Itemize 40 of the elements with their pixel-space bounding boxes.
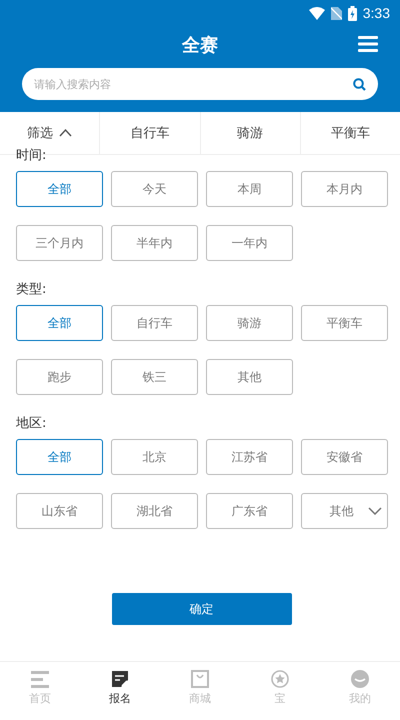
menu-icon[interactable] bbox=[358, 36, 378, 52]
filter-dropdown[interactable]: 其他 bbox=[301, 493, 388, 529]
status-time: 3:33 bbox=[362, 5, 390, 21]
filter-option[interactable]: 今天 bbox=[111, 171, 198, 207]
filter-option[interactable]: 铁三 bbox=[111, 359, 198, 395]
no-sim-icon bbox=[330, 6, 342, 20]
filter-option[interactable]: 一年内 bbox=[206, 225, 293, 261]
filter-option[interactable]: 其他 bbox=[206, 359, 293, 395]
chevron-icon bbox=[59, 129, 72, 137]
filter-option[interactable]: 山东省 bbox=[16, 493, 103, 529]
list-icon bbox=[31, 670, 49, 688]
filter-option[interactable]: 全部 bbox=[16, 171, 103, 207]
wifi-icon bbox=[308, 6, 325, 20]
battery-icon bbox=[348, 6, 357, 20]
bag-icon bbox=[191, 670, 209, 688]
section-label: 类型: bbox=[16, 283, 46, 299]
filter-option[interactable]: 全部 bbox=[16, 305, 103, 341]
filter-option[interactable]: 三个月内 bbox=[16, 225, 103, 261]
filter-option[interactable]: 半年内 bbox=[111, 225, 198, 261]
confirm-button[interactable]: 确定 bbox=[112, 593, 292, 625]
filter-option[interactable]: 江苏省 bbox=[206, 439, 293, 475]
filter-option[interactable]: 自行车 bbox=[111, 305, 198, 341]
filter-option[interactable]: 全部 bbox=[16, 439, 103, 475]
user-icon bbox=[351, 670, 369, 688]
filter-option[interactable]: 平衡车 bbox=[301, 305, 388, 341]
filter-option[interactable]: 本周 bbox=[206, 171, 293, 207]
chevron-icon bbox=[368, 507, 382, 515]
filter-option[interactable]: 骑游 bbox=[206, 305, 293, 341]
search-field[interactable]: 请输入搜索内容 bbox=[22, 68, 378, 100]
filter-option[interactable]: 北京 bbox=[111, 439, 198, 475]
edit-icon bbox=[111, 670, 129, 688]
nav-item[interactable]: 报名 bbox=[80, 662, 160, 714]
search-icon[interactable] bbox=[353, 78, 366, 91]
app-title: 全赛 bbox=[182, 34, 218, 57]
filter-option[interactable]: 本月内 bbox=[301, 171, 388, 207]
section-label: 地区: bbox=[16, 417, 46, 433]
filter-option[interactable]: 广东省 bbox=[206, 493, 293, 529]
filter-option[interactable]: 跑步 bbox=[16, 359, 103, 395]
filter-option[interactable]: 湖北省 bbox=[111, 493, 198, 529]
filter-option[interactable]: 安徽省 bbox=[301, 439, 388, 475]
